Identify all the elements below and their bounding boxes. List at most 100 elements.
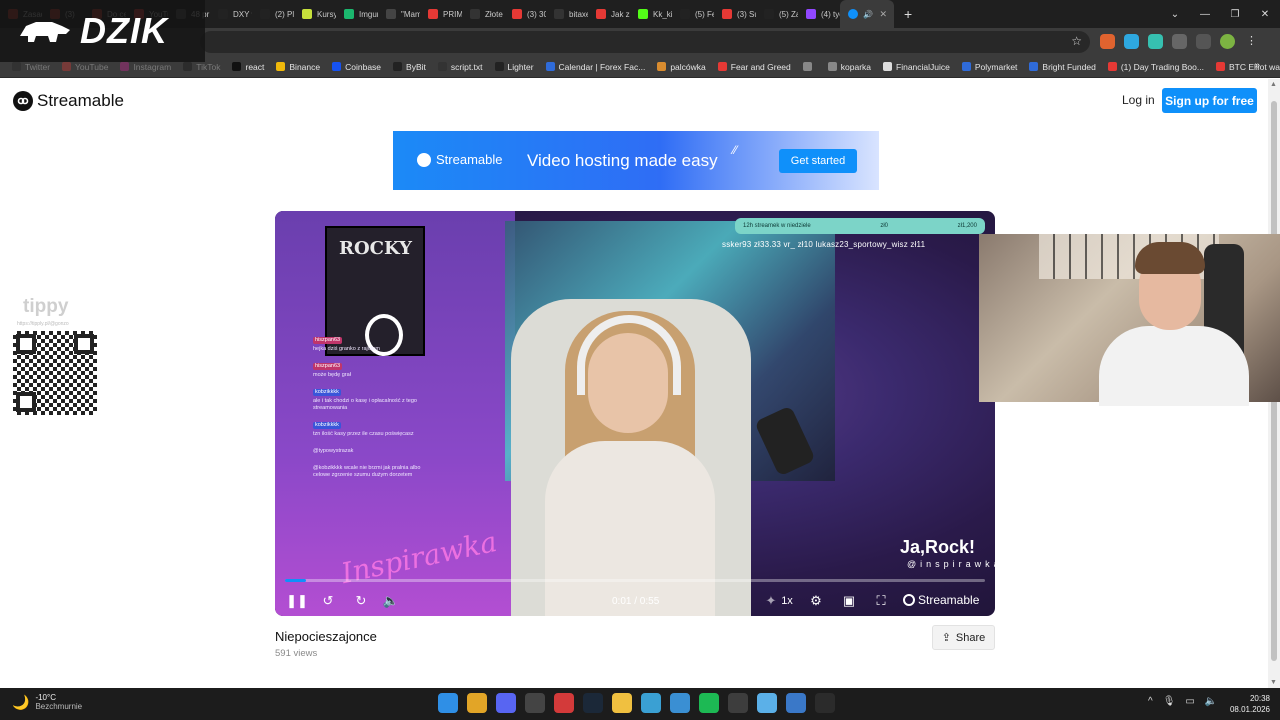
login-link[interactable]: Log in [1122,93,1155,107]
signup-button[interactable]: Sign up for free [1162,88,1257,113]
browser-tab[interactable]: DXY 9 [210,0,252,28]
bookmark-item[interactable]: TikTok [177,62,226,72]
app-taskbar-icon[interactable] [670,693,690,713]
bookmark-item[interactable]: palcówka [651,62,711,72]
settings-gear-icon[interactable]: ⚙ [808,592,824,610]
bookmark-item[interactable]: Twitter [6,62,56,72]
scroll-down-icon[interactable]: ▼ [1270,679,1277,686]
picture-in-picture-icon[interactable]: ▣ [841,592,857,610]
bookmark-item[interactable]: Lighter [489,62,540,72]
browser-tab[interactable]: Jak zr [588,0,630,28]
scroll-up-icon[interactable]: ▲ [1270,81,1277,88]
browser-tab[interactable]: (3) Su [714,0,756,28]
more-bookmarks-icon[interactable]: » [1254,60,1260,71]
browser-tab[interactable]: "Mam [378,0,420,28]
display-icon[interactable]: ▭ [1185,696,1194,707]
notepad-taskbar-icon[interactable] [757,693,777,713]
app-taskbar-icon[interactable] [728,693,748,713]
volume-tray-icon[interactable]: 🔈 [1205,696,1217,707]
fullscreen-icon[interactable]: ⛶ [873,592,889,610]
browser-tab[interactable]: (3) 30 [504,0,546,28]
bookmark-item[interactable]: Instagram [114,62,177,72]
browser-tab[interactable]: Imgur [336,0,378,28]
seek-bar[interactable] [285,579,985,582]
brave-extension-icon[interactable] [1100,34,1115,49]
bookmark-item[interactable]: Polymarket [956,62,1024,72]
system-clock[interactable]: 20:38 08.01.2026 [1226,693,1270,715]
pause-icon[interactable]: ❚❚ [286,592,308,610]
address-bar[interactable]: ☆ [200,31,1090,53]
app-taskbar-icon[interactable] [786,693,806,713]
bookmark-item[interactable]: FinancialJuice [877,62,956,72]
temperature: -10°C [35,693,56,702]
windows-taskbar: 🌙 -10°C Bezchmurnie ^ 🎙 ▭ 🔈 20:38 08.01.… [0,688,1280,720]
streamer-shirt [1099,326,1249,406]
tab-streamable-active[interactable]: 🔊 ✕ [840,0,894,28]
ad-banner[interactable]: Streamable Video hosting made easy ⁄⁄ Ge… [393,131,879,190]
streamable-player-brand[interactable]: Streamable [903,593,979,607]
bookmark-item[interactable]: Binance [270,62,326,72]
new-tab-button[interactable]: + [894,6,922,22]
share-button[interactable]: ⇪ Share [932,625,995,650]
bookmark-item[interactable]: YouTube [56,62,114,72]
browser-tab[interactable]: (4) tyc [798,0,840,28]
bookmark-item[interactable]: ByBit [387,62,432,72]
browser-tab[interactable]: Kursy [294,0,336,28]
menu-icon[interactable]: ⋮ [1244,34,1259,49]
extension-icon[interactable] [1148,34,1163,49]
bookmark-item[interactable]: (1) Day Trading Boo... [1102,62,1210,72]
explorer-taskbar-icon[interactable] [612,693,632,713]
volume-icon[interactable]: 🔈 [383,592,399,610]
close-tab-icon[interactable]: ✕ [879,9,887,20]
close-window-button[interactable]: ✕ [1250,0,1280,28]
sidebar-icon[interactable] [1196,34,1211,49]
bookmark-item[interactable]: koparka [822,62,877,72]
microphone-icon[interactable]: 🎙 [1163,696,1176,707]
browser-tab[interactable]: Kk_kij [630,0,672,28]
tray-expand-icon[interactable]: ^ [1148,696,1153,707]
profile-avatar[interactable] [1220,34,1235,49]
tab-search-icon[interactable]: ⌄ [1160,0,1190,28]
app-taskbar-icon[interactable] [554,693,574,713]
speaker-icon[interactable]: 🔊 [863,10,873,19]
bookmark-item[interactable]: Calendar | Forex Fac... [540,62,652,72]
browser-tab[interactable]: Złote [462,0,504,28]
weather-widget[interactable]: 🌙 -10°C Bezchmurnie [12,693,82,711]
discord-taskbar-icon[interactable] [496,693,516,713]
windows-taskbar-icon[interactable] [438,693,458,713]
browser-tab[interactable]: PRIME [420,0,462,28]
browser-tab[interactable]: (5) Fe [672,0,714,28]
bookmark-item[interactable] [797,62,822,71]
puzzle-icon[interactable] [1172,34,1187,49]
bookmark-item[interactable]: Coinbase [326,62,387,72]
minimize-button[interactable]: — [1190,0,1220,28]
bookmark-star-icon[interactable]: ☆ [1071,34,1082,48]
browser-tab[interactable]: bitaxe [546,0,588,28]
video-player[interactable]: ROCKY hiszpan63 hejka dziś granko z rajot… [275,211,995,616]
chrome-taskbar-icon[interactable] [467,693,487,713]
steam-taskbar-icon[interactable] [583,693,603,713]
bookmark-favicon-icon [62,62,72,71]
forward-10-icon[interactable]: ↻ [353,592,369,610]
qr-corner [74,334,94,354]
terminal-taskbar-icon[interactable] [815,693,835,713]
extension-icon[interactable] [1124,34,1139,49]
bookmark-item[interactable]: script.txt [432,62,489,72]
browser-tab[interactable]: (5) Za [756,0,798,28]
bookmark-item[interactable]: Bright Funded [1023,62,1101,72]
get-started-button[interactable]: Get started [779,149,857,173]
maximize-button[interactable]: ❐ [1220,0,1250,28]
app-taskbar-icon[interactable] [641,693,661,713]
rewind-10-icon[interactable]: ↺ [320,592,336,610]
spotify-taskbar-icon[interactable] [699,693,719,713]
browser-tab[interactable]: (2) Pl [252,0,294,28]
banner-brand: Streamable [417,152,502,167]
boost-icon[interactable]: ✦ [763,592,779,610]
bookmark-item[interactable]: Fear and Greed [712,62,797,72]
app-taskbar-icon[interactable] [525,693,545,713]
banner-brand-name: Streamable [436,152,503,167]
streamable-brand[interactable]: Streamable [13,91,124,111]
bookmark-item[interactable]: BTC Elliot wave [1210,62,1280,72]
bookmark-item[interactable]: react [226,62,270,72]
playback-speed[interactable]: 1x [779,592,795,610]
